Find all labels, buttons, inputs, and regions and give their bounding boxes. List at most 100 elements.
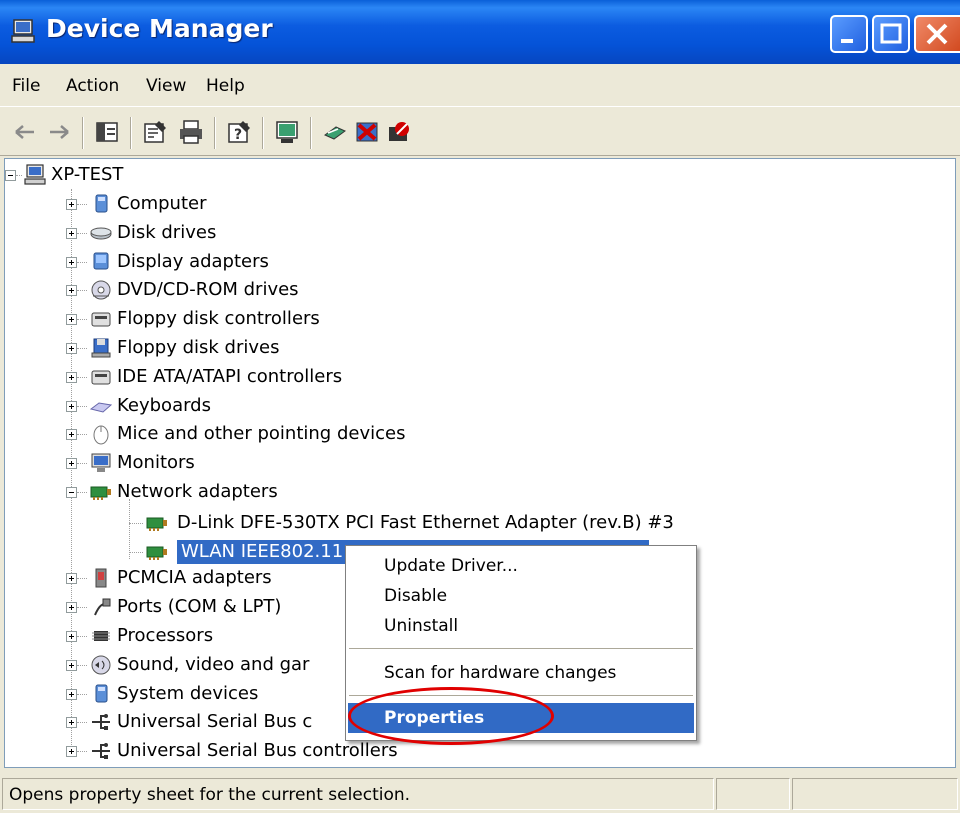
minimize-button[interactable] [830,15,868,53]
menu-item-uninstall[interactable]: Uninstall [348,611,694,641]
tree-line [77,232,87,234]
expand-display-adapter[interactable] [66,256,77,268]
expand-floppy-drive[interactable] [66,343,77,354]
menu-item-disable[interactable]: Disable [348,581,694,611]
status-panel [792,778,958,810]
tree-line [77,693,87,695]
tree-root-label[interactable]: XP-TEST [51,163,123,187]
expand-keyboard[interactable] [66,400,77,412]
tree-line [77,261,87,263]
tree-line [129,523,143,524]
tree-line [77,319,87,321]
show-hide-tree-icon[interactable] [94,119,120,145]
collapse-network-adapters[interactable] [66,487,77,498]
tree-item-ide-controller[interactable]: IDE ATA/ATAPI controllers [117,365,342,389]
menu-action[interactable]: Action [66,76,119,96]
tree-item-usb[interactable]: Universal Serial Bus controllers [117,739,398,763]
tree-item-floppy-drive[interactable]: Floppy disk drives [117,336,279,360]
menu-item-update-driver[interactable]: Update Driver... [348,551,694,581]
expand-ide-controller[interactable] [66,371,77,383]
expand-pcmcia-card[interactable] [66,573,77,585]
context-menu: Update Driver... Disable Uninstall Scan … [345,545,697,741]
scan-hardware-icon[interactable] [274,119,300,145]
tree-item-usb[interactable]: Universal Serial Bus c [117,710,312,734]
tree-item-floppy-controller[interactable]: Floppy disk controllers [117,307,320,331]
keyboard-icon [89,402,113,413]
update-driver-icon[interactable] [322,119,348,145]
tree-line [77,607,87,609]
minimize-icon [841,39,853,43]
tree-item-pcmcia-card[interactable]: PCMCIA adapters [117,566,272,590]
dvd-drive-icon [91,280,111,300]
tree-line [77,376,87,378]
status-bar: Opens property sheet for the current sel… [0,772,960,813]
tree-item-sound[interactable]: Sound, video and gar [117,653,309,677]
usb-icon [92,714,110,731]
expand-floppy-controller[interactable] [66,314,77,326]
collapse-root[interactable] [5,170,16,181]
menu-view[interactable]: View [146,76,186,96]
tree-line [77,463,87,465]
tree-item-processor[interactable]: Processors [117,624,213,648]
title-bar[interactable]: Device Manager [0,0,960,64]
toolbar-separator [262,117,264,149]
computer-icon [11,19,35,43]
menu-item-properties[interactable]: Properties [348,703,694,733]
tree-line [77,348,87,349]
expand-usb[interactable] [66,717,77,729]
maximize-button[interactable] [872,15,910,53]
menu-item-scan-hardware[interactable]: Scan for hardware changes [348,658,694,688]
sound-icon [91,655,111,675]
tree-item-mouse[interactable]: Mice and other pointing devices [117,422,405,446]
menu-bar: File Action View Help [0,66,960,106]
tree-item-dlink-adapter[interactable]: D-Link DFE-530TX PCI Fast Ethernet Adapt… [177,511,674,535]
expand-disk-drive[interactable] [66,227,77,239]
tree-item-display-adapter[interactable]: Display adapters [117,250,269,274]
expand-system-device[interactable] [66,688,77,700]
expand-computer[interactable] [66,199,77,210]
uninstall-icon[interactable] [354,119,380,145]
help-icon[interactable]: ? [226,119,252,145]
forward-arrow-icon[interactable] [46,119,72,145]
menu-help[interactable]: Help [206,76,245,96]
tree-item-dvd-drive[interactable]: DVD/CD-ROM drives [117,278,299,302]
tree-line [77,636,87,637]
tree-line [77,578,87,580]
processor-icon [92,631,110,641]
tree-item-port[interactable]: Ports (COM & LPT) [117,595,281,619]
maximize-icon [880,23,902,44]
properties-icon[interactable] [142,119,168,145]
back-arrow-icon[interactable] [12,119,38,145]
tree-item-disk-drive[interactable]: Disk drives [117,221,216,245]
expand-processor[interactable] [66,631,77,642]
system-device-icon [95,684,108,703]
tree-line [77,751,87,753]
expand-usb[interactable] [66,746,77,758]
expand-mouse[interactable] [66,429,77,441]
status-panel-main: Opens property sheet for the current sel… [2,778,714,810]
expand-port[interactable] [66,602,77,614]
network-card-icon [146,517,167,531]
tree-item-system-device[interactable]: System devices [117,682,258,706]
close-button[interactable] [914,15,960,53]
expand-dvd-drive[interactable] [66,285,77,297]
print-icon[interactable] [178,119,204,145]
tree-item-monitor[interactable]: Monitors [117,451,195,475]
computer-icon [24,164,46,185]
tree-item-keyboard[interactable]: Keyboards [117,394,211,418]
tree-line [77,492,87,493]
usb-icon [92,743,110,760]
window-title: Device Manager [46,14,273,43]
tree-item-network-card[interactable]: Network adapters [117,480,278,504]
expand-sound[interactable] [66,659,77,671]
network-card-icon [90,486,111,500]
tree-line [77,722,87,724]
expand-monitor[interactable] [66,458,77,470]
menu-file[interactable]: File [12,76,40,96]
tree-item-computer[interactable]: Computer [117,192,206,216]
disable-icon[interactable] [386,119,412,145]
toolbar-separator [130,117,132,149]
ide-controller-icon [91,370,111,385]
device-manager-window: Device Manager File Action View Help ? X… [0,0,960,813]
computer-icon [95,194,108,213]
